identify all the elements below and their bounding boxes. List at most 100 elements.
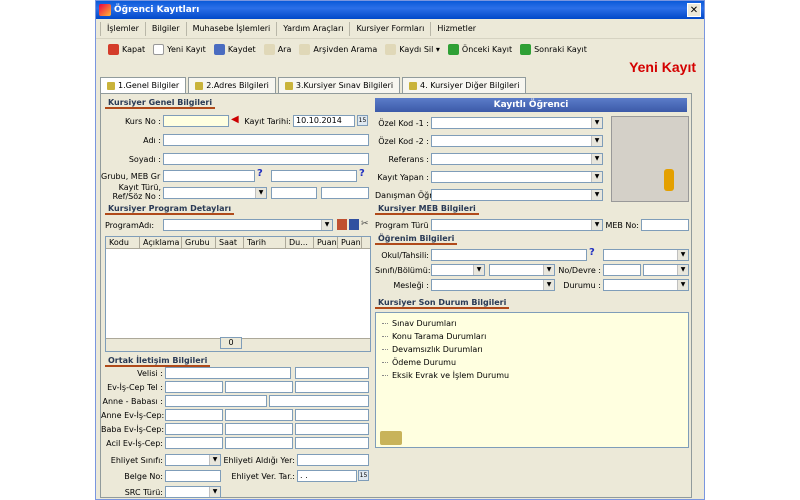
previous-record-button-label: Önceki Kayıt xyxy=(461,44,513,54)
next-record-button[interactable]: Sonraki Kayıt xyxy=(516,43,591,55)
col-du[interactable]: Du... xyxy=(286,237,314,248)
col-grubu[interactable]: Grubu xyxy=(182,237,216,248)
okul-input[interactable] xyxy=(431,249,587,261)
anne-babasi-label: Anne - Babası : xyxy=(102,397,163,406)
src-turu-select[interactable] xyxy=(165,486,221,498)
status-item-sinav[interactable]: Sınav Durumları xyxy=(382,317,509,330)
ozel-kod-1-select[interactable] xyxy=(431,117,603,129)
search-button[interactable]: Ara xyxy=(260,43,296,55)
save-button[interactable]: Kaydet xyxy=(210,43,260,55)
cep-tel-input[interactable] xyxy=(295,381,369,393)
acil-ev-input[interactable] xyxy=(165,437,223,449)
bolum-select[interactable] xyxy=(489,264,555,276)
adi-input[interactable] xyxy=(163,134,369,146)
status-item-odeme[interactable]: Ödeme Durumu xyxy=(382,356,509,369)
belge-no-input[interactable] xyxy=(165,470,221,482)
tab-other[interactable]: 4. Kursiyer Diğer Bilgileri xyxy=(402,77,527,93)
contact-section-header: Ortak İletişim Bilgileri xyxy=(105,356,211,367)
close-button[interactable]: Kapat xyxy=(104,43,149,55)
acil-is-input[interactable] xyxy=(225,437,293,449)
ref-no-input[interactable] xyxy=(271,187,317,199)
new-record-button[interactable]: Yeni Kayıt xyxy=(149,43,210,55)
tab-address[interactable]: 2.Adres Bilgileri xyxy=(188,77,276,93)
anne-is-input[interactable] xyxy=(225,409,293,421)
program-icon-2[interactable] xyxy=(349,219,359,230)
kayit-tarihi-label: Kayıt Tarihi: xyxy=(244,117,291,126)
meb-no-input[interactable] xyxy=(641,219,689,231)
help-icon[interactable]: ? xyxy=(257,168,263,179)
archive-search-button[interactable]: Arşivden Arama xyxy=(295,43,381,55)
durumu-select[interactable] xyxy=(603,279,689,291)
status-tree[interactable]: Sınav Durumları Konu Tarama Durumları De… xyxy=(375,312,689,448)
ehliyet-tar-label: Ehliyet Ver. Tar.: xyxy=(231,472,295,481)
help-icon[interactable]: ? xyxy=(359,168,365,179)
previous-record-button[interactable]: Önceki Kayıt xyxy=(444,43,516,55)
calendar-icon[interactable]: 15 xyxy=(357,115,368,126)
danisman-select[interactable] xyxy=(431,189,603,201)
chevron-down-icon[interactable]: ▾ xyxy=(433,45,440,54)
notepad-icon[interactable] xyxy=(380,431,402,445)
devre-select[interactable] xyxy=(643,264,689,276)
ehliyet-yer-input[interactable] xyxy=(297,454,369,466)
baba-is-input[interactable] xyxy=(225,423,293,435)
soz-no-input[interactable] xyxy=(321,187,369,199)
status-item-eksik-evrak[interactable]: Eksik Evrak ve İşlem Durumu xyxy=(382,369,509,382)
tab-general[interactable]: 1.Genel Bilgiler xyxy=(100,77,187,93)
acil-cep-input[interactable] xyxy=(295,437,369,449)
meslegi-select[interactable] xyxy=(431,279,555,291)
calendar-icon[interactable]: 15 xyxy=(358,470,369,481)
program-icon-1[interactable] xyxy=(337,219,347,230)
ev-tel-input[interactable] xyxy=(165,381,223,393)
program-turu-select[interactable] xyxy=(431,219,603,231)
menu-yardim[interactable]: Yardım Araçları xyxy=(276,21,349,36)
anne-input[interactable] xyxy=(165,395,267,407)
program-grid[interactable]: Kodu Açıklama Grubu Saat Tarih Du... Pua… xyxy=(105,236,371,352)
ev-is-cep-label: Ev-İş-Cep Tel : xyxy=(107,383,163,392)
kayit-yapan-select[interactable] xyxy=(431,171,603,183)
baba-cep-input[interactable] xyxy=(295,423,369,435)
delete-icon[interactable]: ✂ xyxy=(361,219,369,230)
help-icon[interactable]: ? xyxy=(589,247,595,258)
menu-bilgiler[interactable]: Bilgiler xyxy=(144,21,186,36)
baba-ev-input[interactable] xyxy=(165,423,223,435)
menu-kursiyer-formlari[interactable]: Kursiyer Formları xyxy=(349,21,430,36)
close-window-button[interactable]: ✕ xyxy=(687,3,701,17)
menu-muhasebe[interactable]: Muhasebe İşlemleri xyxy=(185,21,277,36)
anne-ev-input[interactable] xyxy=(165,409,223,421)
menu-hizmetler[interactable]: Hizmetler xyxy=(430,21,482,36)
menu-islemler[interactable]: İşlemler xyxy=(100,21,145,36)
col-tarih[interactable]: Tarih xyxy=(244,237,286,248)
grubu-input[interactable] xyxy=(163,170,255,182)
anne-cep-input[interactable] xyxy=(295,409,369,421)
ozel-kod-2-label: Özel Kod -2 : xyxy=(378,137,429,146)
referans-select[interactable] xyxy=(431,153,603,165)
meb-gr-input[interactable] xyxy=(271,170,357,182)
col-aciklama[interactable]: Açıklama xyxy=(140,237,182,248)
col-puan-1[interactable]: Puan xyxy=(314,237,338,248)
col-saat[interactable]: Saat xyxy=(216,237,244,248)
tab-exam[interactable]: 3.Kursiyer Sınav Bilgileri xyxy=(277,77,401,93)
ehliyet-tar-input[interactable]: . . xyxy=(297,470,357,482)
kurs-no-input[interactable] xyxy=(163,115,229,127)
velisi-extra-input[interactable] xyxy=(295,367,369,379)
okul-label: Okul/Tahsili: xyxy=(381,251,429,260)
kayit-tarihi-input[interactable]: 10.10.2014 xyxy=(293,115,355,127)
ehliyet-sinifi-select[interactable] xyxy=(165,454,221,466)
program-adi-select[interactable] xyxy=(163,219,333,231)
ozel-kod-2-select[interactable] xyxy=(431,135,603,147)
col-kodu[interactable]: Kodu xyxy=(106,237,140,248)
no-input[interactable] xyxy=(603,264,641,276)
status-item-devamsizlik[interactable]: Devamsızlık Durumları xyxy=(382,343,509,356)
baba-input[interactable] xyxy=(269,395,369,407)
delete-record-button[interactable]: Kaydı Sil ▾ xyxy=(381,43,444,55)
student-photo[interactable] xyxy=(611,116,689,202)
okul-select[interactable] xyxy=(603,249,689,261)
sinif-select[interactable] xyxy=(431,264,485,276)
person-icon xyxy=(664,169,674,191)
soyadi-input[interactable] xyxy=(163,153,369,165)
kayit-turu-select[interactable] xyxy=(163,187,267,199)
velisi-input[interactable] xyxy=(165,367,291,379)
col-puan-2[interactable]: Puan xyxy=(338,237,362,248)
status-item-konu-tarama[interactable]: Konu Tarama Durumları xyxy=(382,330,509,343)
is-tel-input[interactable] xyxy=(225,381,293,393)
